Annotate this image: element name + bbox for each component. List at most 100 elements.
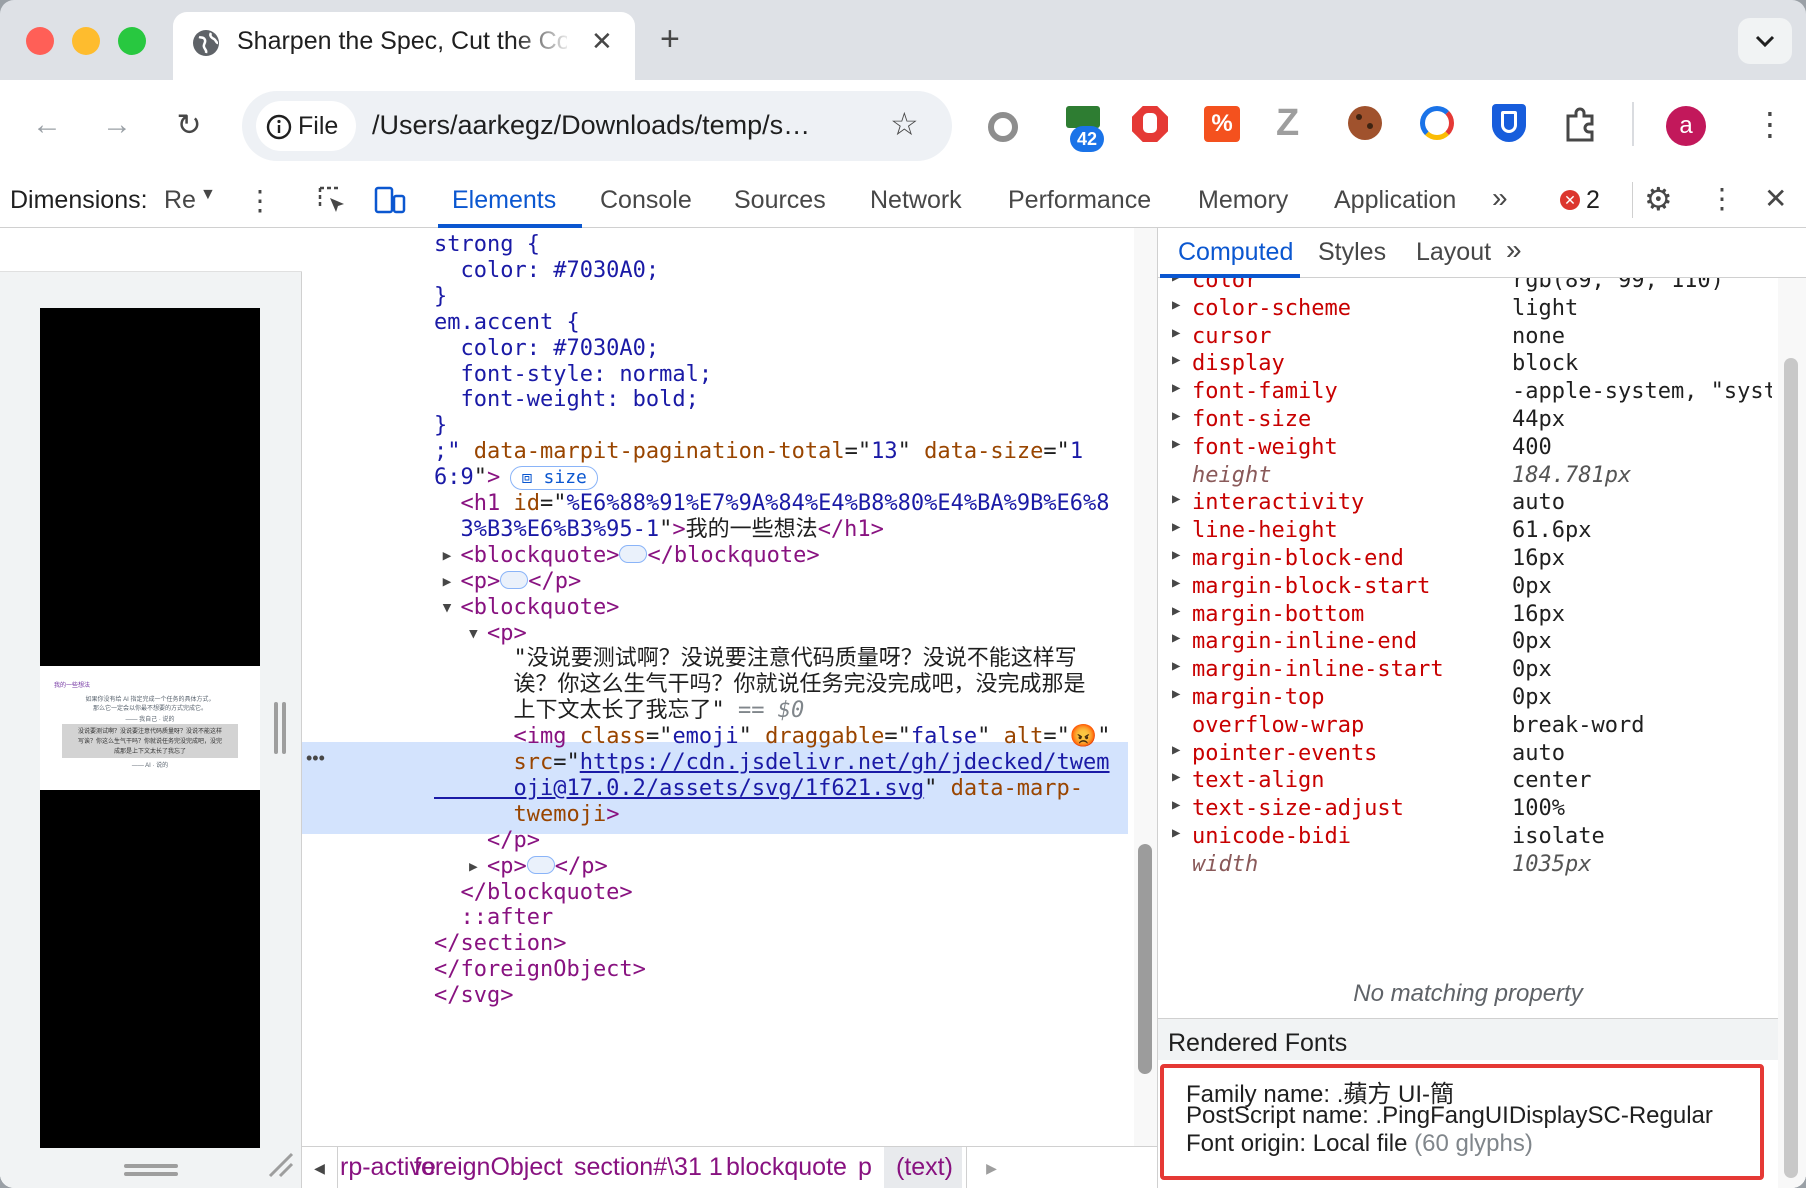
minimize-window-button[interactable]: [72, 27, 100, 55]
dom-node-line[interactable]: <h1 id="%E6%88%91%E7%9A%84%E4%B8%80%E4%B…: [434, 489, 1109, 518]
settings-gear-icon[interactable]: ⚙: [1644, 180, 1673, 218]
more-tabs-icon[interactable]: »: [1492, 182, 1508, 214]
new-tab-icon[interactable]: +: [660, 20, 680, 59]
zotero-icon[interactable]: Z: [1276, 102, 1299, 145]
tab-elements[interactable]: Elements: [452, 186, 556, 215]
dom-node-line[interactable]: ▾ <blockquote>: [434, 593, 619, 622]
expand-arrow-icon[interactable]: ▶: [1172, 797, 1180, 813]
tab-search-button[interactable]: [1738, 18, 1792, 64]
expand-arrow-icon[interactable]: ▶: [1172, 325, 1180, 341]
expand-arrow-icon[interactable]: ▸: [467, 852, 480, 881]
resize-handle-vertical[interactable]: [274, 702, 278, 754]
node-actions-icon[interactable]: •••: [306, 748, 325, 769]
expand-arrow-icon[interactable]: ▶: [1172, 491, 1180, 507]
resize-handle-horizontal[interactable]: [124, 1164, 178, 1168]
expand-arrow-icon[interactable]: ▶: [1172, 436, 1180, 452]
rendered-fonts-header[interactable]: Rendered Fonts: [1158, 1018, 1778, 1060]
breadcrumb-item-current[interactable]: (text): [896, 1153, 953, 1182]
dom-node-line[interactable]: </p>: [434, 826, 540, 855]
computed-scrollbar[interactable]: [1778, 278, 1806, 1188]
expand-arrow-icon[interactable]: ▸: [440, 541, 453, 570]
expand-arrow-icon[interactable]: ▶: [1172, 519, 1180, 535]
tab-computed[interactable]: Computed: [1178, 238, 1293, 267]
device-viewport[interactable]: 我的一些想法 如果你没有给 AI 指定完成一个任务的具体方式， 那么它一定会以你…: [40, 308, 260, 1148]
collapse-arrow-icon[interactable]: ▾: [440, 593, 453, 622]
close-tab-icon[interactable]: ✕: [591, 26, 613, 57]
code-token[interactable]: oji@17.0.2/assets/svg/1f621.svg: [434, 776, 924, 801]
bookmark-star-icon[interactable]: ☆: [890, 105, 919, 143]
device-toolbar-icon[interactable]: [374, 184, 406, 216]
dom-node-line[interactable]: font-style: normal;: [434, 360, 712, 389]
expand-arrow-icon[interactable]: ▶: [1172, 825, 1180, 841]
expand-arrow-icon[interactable]: ▶: [1172, 575, 1180, 591]
close-devtools-icon[interactable]: ✕: [1764, 182, 1787, 215]
adblock-icon[interactable]: [1132, 106, 1168, 142]
extensions-puzzle-icon[interactable]: [1562, 104, 1602, 144]
reload-icon[interactable]: ↻: [168, 104, 210, 146]
expand-arrow-icon[interactable]: ▶: [1172, 630, 1180, 646]
tab-performance[interactable]: Performance: [1008, 186, 1151, 215]
expand-arrow-icon[interactable]: ▶: [1172, 352, 1180, 368]
dom-node-line[interactable]: </blockquote>: [434, 878, 632, 907]
code-token[interactable]: https://cdn.jsdelivr.net/gh/jdecked/twem: [580, 750, 1110, 775]
zoom-window-button[interactable]: [118, 27, 146, 55]
dom-node-line[interactable]: ;" data-marpit-pagination-total="13" dat…: [434, 437, 1083, 466]
collapsed-children-ellipsis[interactable]: [619, 544, 648, 563]
dom-node-line[interactable]: src="https://cdn.jsdelivr.net/gh/jdecked…: [434, 748, 1110, 777]
breadcrumb-left-icon[interactable]: ◀: [302, 1147, 338, 1188]
breadcrumb-item[interactable]: foreignObject: [414, 1153, 563, 1182]
expand-arrow-icon[interactable]: ▶: [1172, 278, 1180, 285]
dom-node-line[interactable]: ▸ <p> </p>: [434, 567, 581, 596]
devtools-menu-icon[interactable]: ⋮: [1708, 182, 1736, 215]
expand-arrow-icon[interactable]: ▶: [1172, 408, 1180, 424]
dom-node-line[interactable]: 诶？你这么生气干吗？你就说任务完没完成吧，没完成那是: [434, 670, 1085, 699]
expand-arrow-icon[interactable]: ▶: [1172, 297, 1180, 313]
collapsed-children-ellipsis[interactable]: [526, 855, 555, 874]
expand-arrow-icon[interactable]: ▶: [1172, 547, 1180, 563]
error-count[interactable]: 2: [1586, 186, 1600, 215]
dom-node-line[interactable]: </svg>: [434, 981, 513, 1010]
expand-arrow-icon[interactable]: ▸: [440, 567, 453, 596]
extension-flag-icon[interactable]: [1066, 106, 1100, 128]
dom-node-line[interactable]: 3%B3%E6%B3%95-1">我的一些想法</h1>: [434, 515, 883, 544]
site-info-chip[interactable]: File: [256, 101, 356, 151]
dom-node-line[interactable]: font-weight: bold;: [434, 385, 698, 414]
expand-arrow-icon[interactable]: ▶: [1172, 603, 1180, 619]
expand-arrow-icon[interactable]: ▶: [1172, 686, 1180, 702]
bitwarden-icon[interactable]: [1492, 104, 1526, 142]
tab-memory[interactable]: Memory: [1198, 186, 1288, 215]
dom-node-line[interactable]: </foreignObject>: [434, 955, 646, 984]
address-bar[interactable]: File /Users/aarkegz/Downloads/temp/s… ☆: [242, 91, 952, 161]
dom-node-line[interactable]: <img class="emoji" draggable="false" alt…: [434, 722, 1110, 751]
dom-node-line[interactable]: color: #7030A0;: [434, 334, 659, 363]
dom-node-line[interactable]: twemoji>: [434, 800, 619, 829]
breadcrumb-item[interactable]: p: [858, 1153, 872, 1182]
extension-translate-icon[interactable]: %: [1204, 106, 1240, 142]
cookie-icon[interactable]: [1348, 106, 1382, 140]
computed-property-row[interactable]: width 1035px: [1158, 850, 1778, 882]
dom-node-line[interactable]: oji@17.0.2/assets/svg/1f621.svg" data-ma…: [434, 774, 1083, 803]
dom-node-line[interactable]: 6:9"> ⧈ size: [434, 463, 598, 492]
dom-node-line[interactable]: ▸ <blockquote> </blockquote>: [434, 541, 819, 570]
tab-console[interactable]: Console: [600, 186, 692, 215]
expand-arrow-icon[interactable]: ▶: [1172, 769, 1180, 785]
inspect-element-icon[interactable]: [318, 186, 348, 216]
dimensions-select[interactable]: Re: [164, 186, 196, 215]
browser-menu-icon[interactable]: ⋮: [1754, 102, 1786, 146]
dom-node-line[interactable]: strong {: [434, 230, 540, 259]
dom-node-line[interactable]: color: #7030A0;: [434, 256, 659, 285]
resize-corner-icon[interactable]: [266, 1150, 294, 1178]
tab-sources[interactable]: Sources: [734, 186, 826, 215]
dom-node-line[interactable]: ▸ <p> </p>: [434, 852, 608, 881]
dom-node-line[interactable]: 上下文太长了我忘了" == $0: [434, 696, 804, 725]
breadcrumb-item[interactable]: blockquote: [726, 1153, 847, 1182]
dom-node-line[interactable]: em.accent {: [434, 308, 580, 337]
expand-arrow-icon[interactable]: ▶: [1172, 742, 1180, 758]
dom-node-line[interactable]: }: [434, 282, 447, 311]
extension-timer-icon[interactable]: [1420, 106, 1454, 140]
dom-node-line[interactable]: }: [434, 411, 447, 440]
dom-node-line[interactable]: ::after: [434, 903, 553, 932]
more-options-icon[interactable]: ⋮: [246, 184, 274, 217]
breadcrumb-item[interactable]: section#\31 1: [574, 1153, 723, 1182]
extension-circle-icon[interactable]: [988, 112, 1018, 142]
